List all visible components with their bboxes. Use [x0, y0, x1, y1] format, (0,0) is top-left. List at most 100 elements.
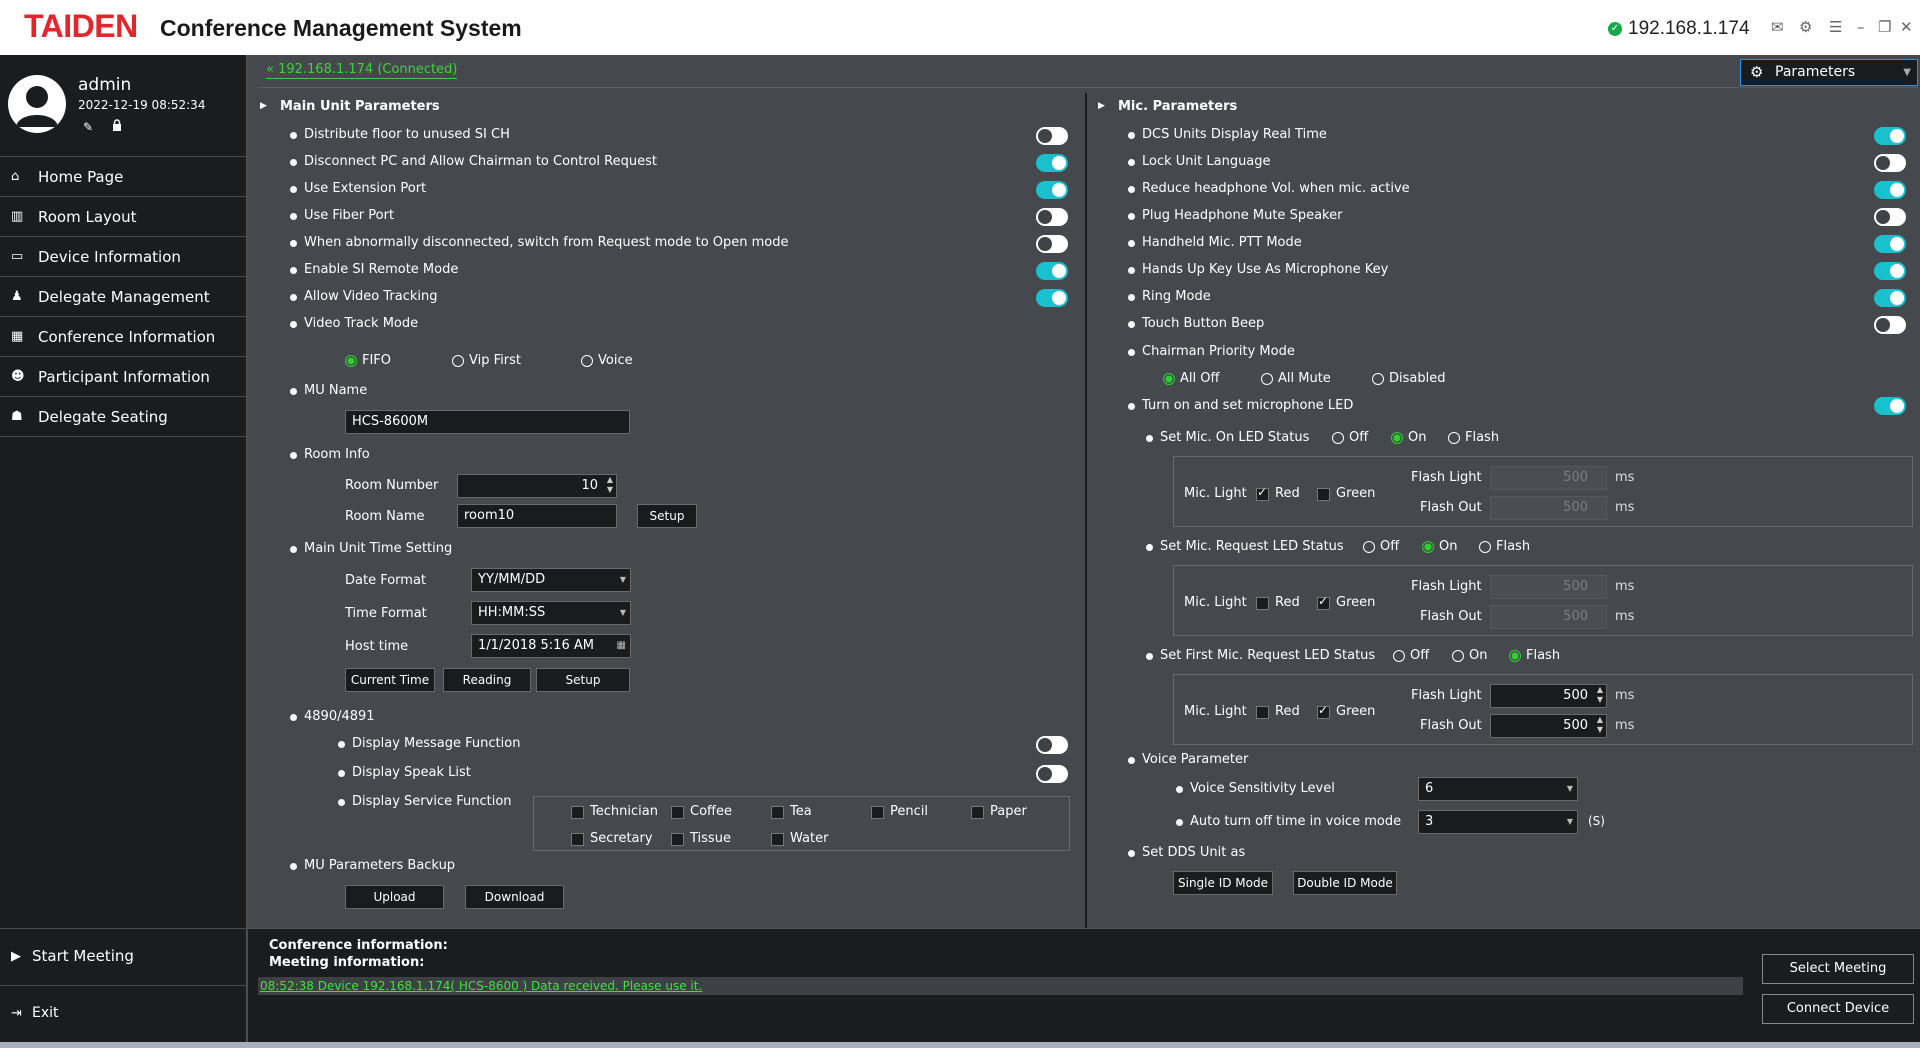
mic-led-toggle[interactable] [1874, 397, 1906, 415]
service-paper-checkbox[interactable]: Paper [971, 804, 1027, 819]
connection-ip: 192.168.1.174 [1628, 18, 1750, 39]
service-tea-checkbox[interactable]: Tea [771, 804, 812, 819]
si-remote-toggle[interactable] [1036, 262, 1068, 280]
service-tissue-checkbox[interactable]: Tissue [671, 831, 731, 846]
connect-device-button[interactable]: Connect Device [1762, 994, 1914, 1024]
hands-up-key-toggle[interactable] [1874, 262, 1906, 280]
time-format-select[interactable]: HH:MM:SS ▼ [471, 601, 631, 625]
select-meeting-button[interactable]: Select Meeting [1762, 954, 1914, 984]
room-name-input[interactable]: room10 [457, 504, 617, 528]
panel-divider[interactable] [1085, 93, 1087, 928]
home-icon: ⌂ [11, 169, 20, 184]
radio-mic-on-on[interactable]: On [1391, 430, 1426, 445]
mic-on-green-checkbox[interactable]: Green [1317, 486, 1375, 501]
spinner-arrows-icon[interactable]: ▲ ▼ [1597, 715, 1603, 735]
video-tracking-toggle[interactable] [1036, 289, 1068, 307]
room-number-spinner[interactable]: 10 ▲ ▼ [457, 474, 617, 498]
radio-first-request-off[interactable]: Off [1393, 648, 1429, 663]
ring-mode-toggle[interactable] [1874, 289, 1906, 307]
voice-sensitivity-select[interactable]: 6 ▼ [1418, 777, 1578, 801]
display-message-toggle[interactable] [1036, 736, 1068, 754]
radio-first-request-on[interactable]: On [1452, 648, 1487, 663]
distribute-floor-toggle[interactable] [1036, 127, 1068, 145]
room-setup-button[interactable]: Setup [637, 504, 697, 528]
radio-mic-on-off[interactable]: Off [1332, 430, 1368, 445]
status-log[interactable]: 08:52:38 Device 192.168.1.174( HCS-8600 … [258, 977, 1743, 995]
first-request-red-checkbox[interactable]: Red [1256, 704, 1300, 719]
display-speak-toggle[interactable] [1036, 765, 1068, 783]
service-pencil-checkbox[interactable]: Pencil [871, 804, 928, 819]
exit-icon: ⇥ [11, 1006, 22, 1021]
sidebar-item-participant-information[interactable]: ☻ Participant Information [0, 357, 247, 397]
extension-port-toggle[interactable] [1036, 181, 1068, 199]
single-id-mode-button[interactable]: Single ID Mode [1173, 871, 1273, 895]
service-water-checkbox[interactable]: Water [771, 831, 828, 846]
exit-button[interactable]: ⇥ Exit [0, 986, 247, 1041]
sidebar-item-conference-information[interactable]: ▦ Conference Information [0, 317, 247, 357]
touch-beep-toggle[interactable] [1874, 316, 1906, 334]
connection-breadcrumb[interactable]: « 192.168.1.174 (Connected) [266, 62, 458, 79]
fiber-port-toggle[interactable] [1036, 208, 1068, 226]
service-technician-checkbox[interactable]: Technician [571, 804, 658, 819]
radio-first-request-flash[interactable]: Flash [1509, 648, 1560, 663]
double-id-mode-button[interactable]: Double ID Mode [1293, 871, 1397, 895]
start-meeting-button[interactable]: ▶ Start Meeting [0, 929, 247, 984]
lock-language-toggle[interactable] [1874, 154, 1906, 172]
sidebar-item-delegate-seating[interactable]: ☗ Delegate Seating [0, 397, 247, 437]
spinner-arrows-icon[interactable]: ▲ ▼ [1597, 685, 1603, 705]
dcs-realtime-toggle[interactable] [1874, 127, 1906, 145]
radio-request-on[interactable]: On [1422, 539, 1457, 554]
radio-request-flash[interactable]: Flash [1479, 539, 1530, 554]
radio-fifo[interactable]: FIFO [345, 353, 391, 368]
parameters-select[interactable]: ⚙ Parameters ▼ [1740, 59, 1918, 86]
radio-request-off[interactable]: Off [1363, 539, 1399, 554]
service-coffee-checkbox[interactable]: Coffee [671, 804, 732, 819]
radio-disabled[interactable]: Disabled [1372, 371, 1445, 386]
mic-on-red-checkbox[interactable]: Red [1256, 485, 1300, 501]
headphone-mute-toggle[interactable] [1874, 208, 1906, 226]
mic-request-green-checkbox[interactable]: Green [1317, 594, 1375, 610]
first-request-flash-light-input[interactable]: 500 ▲ ▼ [1490, 684, 1607, 708]
date-format-select[interactable]: YY/MM/DD ▼ [471, 568, 631, 592]
download-button[interactable]: Download [465, 885, 564, 909]
sidebar-item-delegate-management[interactable]: ♟ Delegate Management [0, 277, 247, 317]
current-time-button[interactable]: Current Time [345, 668, 435, 692]
sidebar-item-room-layout[interactable]: ▥ Room Layout [0, 197, 247, 237]
spinner-arrows-icon[interactable]: ▲ ▼ [607, 475, 613, 495]
os-taskbar [0, 1042, 1920, 1048]
radio-vip-first[interactable]: Vip First [452, 353, 521, 368]
restore-icon[interactable]: ❐ [1878, 18, 1891, 36]
first-request-flash-out-input[interactable]: 500 ▲ ▼ [1490, 714, 1607, 738]
mic-section-title[interactable]: ▶ Mic. Parameters [1098, 99, 1237, 114]
first-request-green-checkbox[interactable]: Green [1317, 703, 1375, 719]
sidebar-item-home-page[interactable]: ⌂ Home Page [0, 157, 247, 197]
disconnect-pc-toggle[interactable] [1036, 154, 1068, 172]
radio-mic-on-flash[interactable]: Flash [1448, 430, 1499, 445]
reduce-headphone-toggle[interactable] [1874, 181, 1906, 199]
mic-request-red-checkbox[interactable]: Red [1256, 595, 1300, 610]
main-unit-section-title[interactable]: ▶ Main Unit Parameters [260, 99, 440, 114]
ptt-mode-toggle[interactable] [1874, 235, 1906, 253]
lock-icon[interactable] [112, 119, 122, 135]
reading-button[interactable]: Reading [443, 668, 531, 692]
minimize-icon[interactable]: – [1857, 18, 1865, 36]
sidebar-item-label: Room Layout [38, 208, 137, 226]
menu-icon[interactable]: ☰ [1829, 18, 1842, 36]
mail-icon[interactable]: ✉ [1771, 18, 1784, 36]
sidebar-item-device-information[interactable]: ▭ Device Information [0, 237, 247, 277]
radio-all-mute[interactable]: All Mute [1261, 371, 1331, 386]
service-secretary-checkbox[interactable]: Secretary [571, 831, 653, 846]
settings-gear-icon[interactable]: ⚙ [1799, 18, 1812, 36]
time-setup-button[interactable]: Setup [536, 668, 630, 692]
abnormal-disconnect-toggle[interactable] [1036, 235, 1068, 253]
radio-all-off[interactable]: All Off [1163, 371, 1219, 386]
radio-voice[interactable]: Voice [581, 353, 633, 368]
mu-name-input[interactable]: HCS-8600M [345, 410, 630, 434]
voice-sensitivity-value: 6 [1425, 781, 1434, 796]
edit-icon[interactable]: ✎ [83, 120, 93, 134]
close-icon[interactable]: ✕ [1900, 18, 1913, 36]
upload-button[interactable]: Upload [345, 885, 444, 909]
host-time-picker[interactable]: 1/1/2018 5:16 AM ▦ [471, 634, 631, 658]
calendar-icon[interactable]: ▦ [617, 635, 626, 657]
auto-off-select[interactable]: 3 ▼ [1418, 810, 1578, 834]
